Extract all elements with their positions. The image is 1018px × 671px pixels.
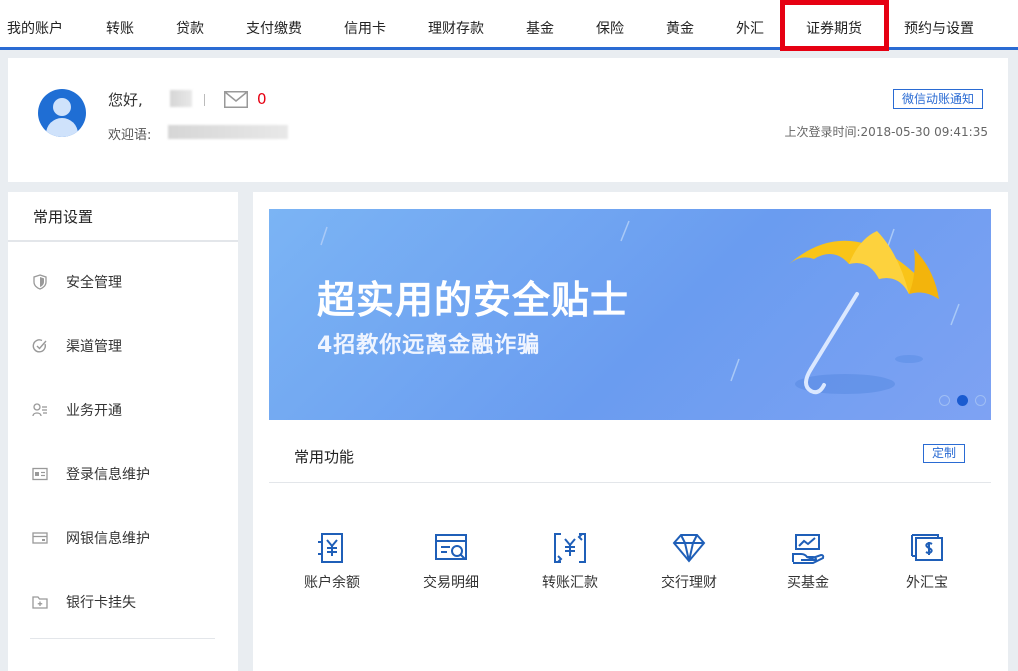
welcome-label: 欢迎语: — [108, 128, 152, 143]
transfer-icon — [554, 533, 586, 563]
function-label: 交易明细 — [423, 575, 479, 591]
nav-transfer[interactable]: 转账 — [106, 0, 134, 47]
sidebar-title: 常用设置 — [8, 192, 238, 242]
wechat-notification-button[interactable]: 微信动账通知 — [893, 89, 984, 109]
greeting-text: 您好, — [108, 91, 143, 109]
carousel-dot-active[interactable] — [957, 395, 968, 406]
function-forex[interactable]: 外汇宝 — [882, 532, 972, 592]
function-wealth[interactable]: 交行理财 — [644, 532, 734, 592]
sidebar-item-label: 渠道管理 — [66, 339, 122, 355]
sidebar-item-business[interactable]: 业务开通 — [8, 390, 238, 430]
function-label: 外汇宝 — [906, 575, 948, 591]
forex-icon — [911, 534, 943, 561]
umbrella-illustration — [789, 231, 939, 395]
channel-icon — [32, 339, 47, 353]
sidebar-item-card-loss[interactable]: 银行卡挂失 — [8, 582, 238, 622]
function-transaction-detail[interactable]: 交易明细 — [406, 532, 496, 592]
carousel-dot[interactable] — [939, 395, 950, 406]
main-content: 超实用的安全贴士 4招教你远离金融诈骗 常用功能 定制 账户余额 交易明细 转账… — [253, 192, 1008, 671]
nav-credit-card[interactable]: 信用卡 — [344, 0, 386, 47]
divider — [30, 638, 215, 639]
nav-my-account[interactable]: 我的账户 — [7, 0, 63, 47]
sidebar-item-label: 网银信息维护 — [66, 531, 150, 547]
sidebar-item-label: 登录信息维护 — [66, 467, 150, 483]
carousel-dot[interactable] — [975, 395, 986, 406]
divider — [204, 94, 205, 106]
section-title: 常用功能 — [294, 448, 355, 466]
function-buy-fund[interactable]: 买基金 — [763, 532, 853, 592]
sidebar-item-label: 银行卡挂失 — [66, 595, 136, 611]
masked-username — [170, 90, 192, 107]
sidebar-item-login-info[interactable]: 登录信息维护 — [8, 454, 238, 494]
card-icon — [32, 532, 48, 544]
customize-button[interactable]: 定制 — [923, 444, 966, 463]
user-info-panel: 您好, 0 欢迎语: 微信动账通知 上次登录时间:2018-05-30 09:4… — [8, 58, 1008, 182]
diamond-icon — [672, 534, 706, 563]
function-account-balance[interactable]: 账户余额 — [287, 532, 377, 592]
nav-gold[interactable]: 黄金 — [666, 0, 694, 47]
nav-wealth-deposit[interactable]: 理财存款 — [428, 0, 484, 47]
function-label: 转账汇款 — [542, 575, 598, 591]
function-label: 买基金 — [787, 575, 829, 591]
highlight-box — [780, 0, 889, 51]
nav-loan[interactable]: 贷款 — [176, 0, 204, 47]
nav-forex[interactable]: 外汇 — [736, 0, 764, 47]
sidebar-item-label: 业务开通 — [66, 403, 122, 419]
nav-fund[interactable]: 基金 — [526, 0, 554, 47]
function-label: 交行理财 — [661, 575, 717, 591]
nav-payment[interactable]: 支付缴费 — [246, 0, 302, 47]
sidebar-item-security[interactable]: 安全管理 — [8, 262, 238, 302]
folder-plus-icon — [32, 596, 48, 609]
fund-icon — [792, 534, 825, 564]
sidebar-item-label: 安全管理 — [66, 275, 122, 291]
mail-icon[interactable] — [224, 91, 248, 108]
promo-banner[interactable]: 超实用的安全贴士 4招教你远离金融诈骗 — [269, 209, 991, 420]
transaction-detail-icon — [435, 534, 467, 560]
masked-welcome-message — [168, 125, 288, 139]
last-login-time: 上次登录时间:2018-05-30 09:41:35 — [784, 125, 989, 139]
function-transfer-remit[interactable]: 转账汇款 — [525, 532, 615, 592]
common-functions-header: 常用功能 定制 — [269, 436, 991, 483]
sidebar-item-channel[interactable]: 渠道管理 — [8, 326, 238, 366]
banner-title: 超实用的安全贴士 — [317, 278, 630, 322]
balance-icon — [318, 533, 343, 563]
unread-message-count[interactable]: 0 — [257, 90, 267, 108]
avatar[interactable] — [38, 89, 86, 137]
nav-appointment-settings[interactable]: 预约与设置 — [904, 0, 974, 47]
top-navigation: 我的账户 转账 贷款 支付缴费 信用卡 理财存款 基金 保险 黄金 外汇 证券期… — [0, 0, 1018, 51]
id-card-icon — [32, 467, 48, 481]
nav-insurance[interactable]: 保险 — [596, 0, 624, 47]
settings-sidebar: 常用设置 安全管理 渠道管理 业务开通 登录信息维护 网银信息维护 银行卡挂失 — [8, 192, 238, 671]
banner-subtitle: 4招教你远离金融诈骗 — [317, 333, 541, 358]
function-label: 账户余额 — [304, 575, 360, 591]
shield-icon — [33, 274, 47, 290]
user-list-icon — [32, 403, 47, 417]
sidebar-item-ebank-info[interactable]: 网银信息维护 — [8, 518, 238, 558]
